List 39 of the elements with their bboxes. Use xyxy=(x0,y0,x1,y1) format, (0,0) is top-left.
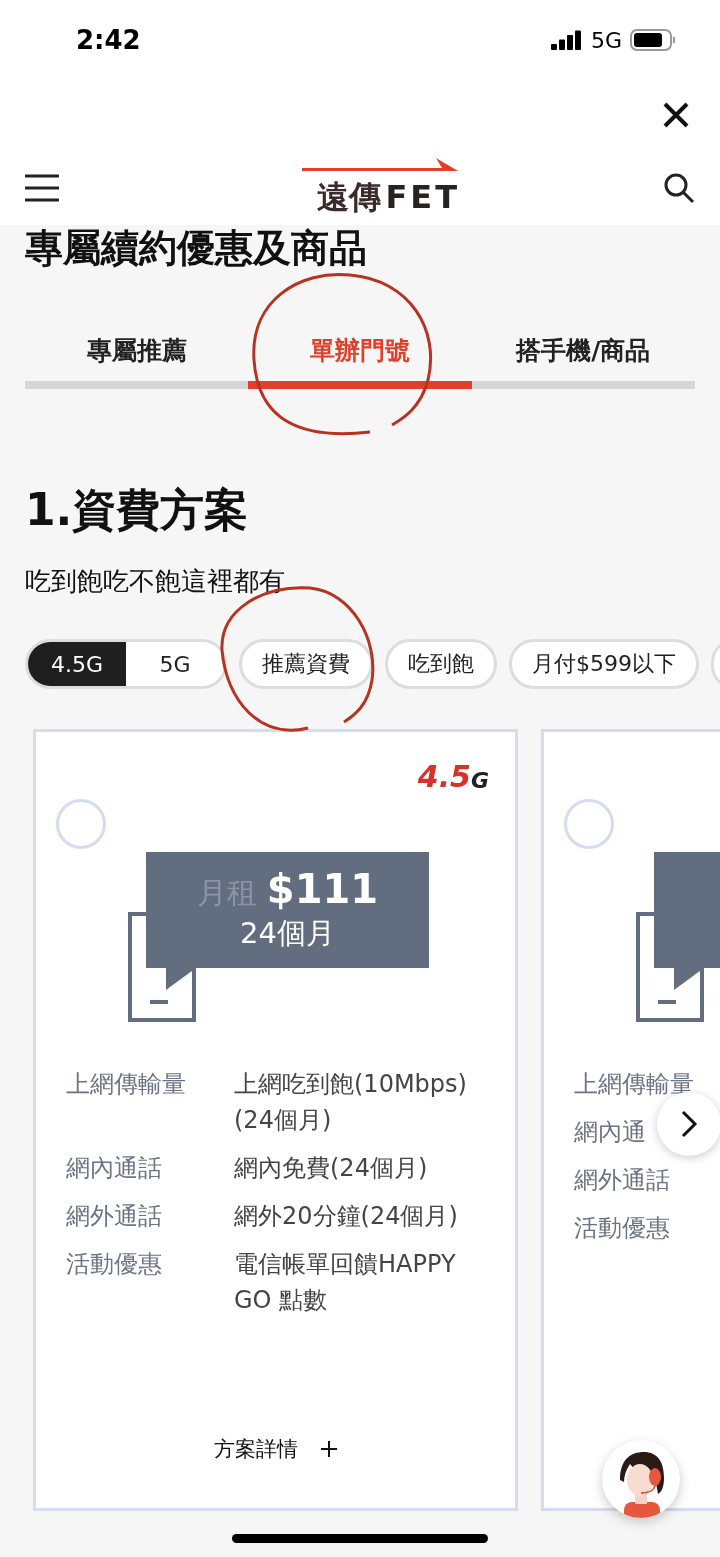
feature-value: 網外20分鐘(24個月) xyxy=(234,1201,459,1232)
network-label: 5G xyxy=(590,27,622,53)
term-text: 24個月 xyxy=(240,915,335,952)
radio-button[interactable] xyxy=(56,799,106,849)
radio-button[interactable] xyxy=(564,799,614,849)
tab[interactable]: 單辦門號 xyxy=(248,319,472,389)
battery-icon xyxy=(630,29,676,51)
feature-label: 活動優惠 xyxy=(66,1249,162,1280)
signal-icon xyxy=(550,30,583,50)
feature-label: 網內通 xyxy=(574,1117,646,1148)
tab[interactable]: 搭手機/商品 xyxy=(471,319,695,389)
tab[interactable]: 專屬推薦 xyxy=(25,319,249,389)
feature-label: 網外通話 xyxy=(66,1201,162,1232)
filter-chip[interactable]: 月付$599以下 xyxy=(509,639,699,689)
section-subtitle: 吃到飽吃不飽這裡都有 xyxy=(25,565,286,598)
filter-chip[interactable]: 吃到飽 xyxy=(385,639,497,689)
toggle-option[interactable]: 5G xyxy=(126,642,224,686)
menu-icon[interactable] xyxy=(25,173,59,202)
toggle-option[interactable]: 4.5G xyxy=(28,642,126,686)
section-title: 1.資費方案 xyxy=(25,483,250,537)
feature-value: 上網吃到飽(10Mbps)(24個月) xyxy=(234,1069,468,1136)
filter-chip[interactable]: 推薦資費 xyxy=(239,639,373,689)
chevron-right-icon xyxy=(680,1109,698,1139)
feature-label: 網內通話 xyxy=(66,1153,162,1184)
network-type-text: 4.5G xyxy=(417,762,489,792)
feature-value: 網內免費(24個月) xyxy=(234,1153,429,1184)
plus-icon xyxy=(319,1440,338,1458)
logo[interactable]: 遠傳 FET xyxy=(302,155,460,220)
feature-label: 上網傳輸量 xyxy=(66,1069,186,1100)
feature-value: 電信帳單回饋HAPPY GO 點數 xyxy=(234,1249,457,1316)
search-icon[interactable] xyxy=(663,171,695,204)
close-icon[interactable] xyxy=(662,101,690,129)
feature-label: 網外通話 xyxy=(574,1165,670,1196)
feature-label: 上網傳輸量 xyxy=(574,1069,694,1100)
feature-label: 活動優惠 xyxy=(574,1213,670,1244)
status-time: 2:42 xyxy=(76,25,141,55)
details-button[interactable]: 方案詳情 xyxy=(207,1434,344,1464)
page-title: 專屬續約優惠及商品 xyxy=(25,225,368,271)
price-value: $111 xyxy=(266,866,379,912)
